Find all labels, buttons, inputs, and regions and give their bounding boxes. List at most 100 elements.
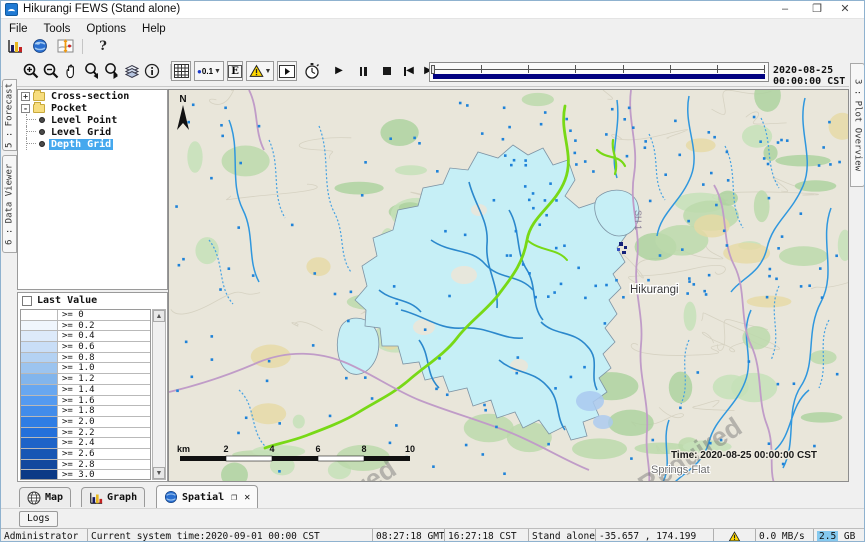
logs-row: Logs xyxy=(1,508,864,528)
label-icon: E xyxy=(228,65,242,78)
info-button[interactable] xyxy=(142,61,162,81)
map-time-label: Time: 2020-08-25 00:00:00 CST xyxy=(671,450,817,461)
legend-row-label: >= 0.8 xyxy=(58,353,95,363)
scroll-down-icon[interactable]: ▼ xyxy=(153,467,165,479)
last-value-checkbox[interactable] xyxy=(22,296,32,306)
legend-row: >= 2.4 xyxy=(21,438,150,449)
stop-button[interactable] xyxy=(377,61,397,81)
status-warning[interactable] xyxy=(714,529,756,542)
tree-item-label: Level Point xyxy=(49,115,119,126)
node-bullet-icon xyxy=(39,129,45,135)
legend-color-swatch xyxy=(21,449,58,459)
legend-color-swatch xyxy=(21,310,58,320)
pause-button[interactable] xyxy=(353,61,373,81)
globe-icon xyxy=(164,490,178,504)
zoom-in-icon xyxy=(22,62,40,80)
wireframe-globe-icon xyxy=(27,491,41,505)
stopwatch-icon xyxy=(303,62,321,80)
scroll-up-icon[interactable]: ▲ xyxy=(153,310,165,322)
menu-tools[interactable]: Tools xyxy=(36,22,79,36)
zoom-next-button[interactable] xyxy=(102,61,122,81)
legend-row: >= 2.6 xyxy=(21,449,150,460)
zoom-next-icon xyxy=(103,62,121,80)
tree-connector xyxy=(26,138,39,150)
svg-text:N: N xyxy=(179,94,186,105)
tree-item-depth-grid[interactable]: Depth Grid xyxy=(18,138,167,150)
play-button[interactable]: ▶ xyxy=(329,61,349,81)
layers-button[interactable] xyxy=(122,61,142,81)
memory-value: 2.5 xyxy=(817,531,838,542)
legend-scrollbar[interactable]: ▲ ▼ xyxy=(152,309,166,480)
layers-tree-panel: +Cross-section-PocketLevel PointLevel Gr… xyxy=(17,89,168,290)
svg-text:km: km xyxy=(177,444,190,454)
time-tick xyxy=(717,65,718,73)
tree-item-level-point[interactable]: Level Point xyxy=(18,114,167,126)
app-logo-icon xyxy=(5,3,18,16)
status-network-speed: 0.0 MB/s xyxy=(756,529,814,542)
legend-row: >= 2.8 xyxy=(21,460,150,471)
grid-display-button[interactable] xyxy=(171,61,191,81)
tab-plot-overview[interactable]: 3 : Plot Overview xyxy=(850,63,865,187)
map-display-button[interactable] xyxy=(29,37,51,55)
menu-options[interactable]: Options xyxy=(78,22,134,36)
chevron-down-icon: ▼ xyxy=(214,68,221,75)
hand-icon xyxy=(62,62,80,80)
status-user: Administrator xyxy=(1,529,88,542)
time-tick xyxy=(481,65,482,73)
legend-color-swatch xyxy=(21,460,58,470)
last-value-row: Last Value xyxy=(18,293,167,308)
legend-row-label: >= 2.0 xyxy=(58,417,95,427)
map-canvas[interactable]: API Key Required API Key Required SH 1 H… xyxy=(169,90,849,482)
minimize-button[interactable]: – xyxy=(768,1,802,19)
help-button[interactable]: ? xyxy=(92,37,114,55)
tree-connector xyxy=(26,114,39,126)
zoom-out-button[interactable] xyxy=(41,61,61,81)
zoom-previous-button[interactable] xyxy=(82,61,102,81)
svg-text:10: 10 xyxy=(405,444,415,454)
tree-item-cross-section[interactable]: +Cross-section xyxy=(18,90,167,102)
animation-dialog-button[interactable] xyxy=(277,61,297,81)
tab-map[interactable]: Map xyxy=(19,487,71,507)
animation-timer-button[interactable] xyxy=(302,61,322,81)
legend-row-label: >= 3.0 xyxy=(58,470,95,480)
legend-table: >= 0>= 0.2>= 0.4>= 0.6>= 0.8>= 1.0>= 1.2… xyxy=(20,309,151,480)
memory-unit: GB xyxy=(844,531,855,542)
time-tick xyxy=(764,65,765,73)
legend-row: >= 0 xyxy=(21,310,150,321)
tab-data-viewer[interactable]: 6 : Data Viewer xyxy=(2,155,17,253)
legend-row-label: >= 2.6 xyxy=(58,449,95,459)
zoom-in-button[interactable] xyxy=(21,61,41,81)
legend-row-label: >= 0.4 xyxy=(58,331,95,341)
tree-item-level-grid[interactable]: Level Grid xyxy=(18,126,167,138)
close-button[interactable]: ✕ xyxy=(828,1,862,19)
tree-expander-icon[interactable]: - xyxy=(21,104,30,113)
legend-row: >= 2.2 xyxy=(21,428,150,439)
town-label: Hikurangi xyxy=(630,284,679,296)
tab-close-icon[interactable]: ✕ xyxy=(244,492,250,503)
map-panel[interactable]: API Key Required API Key Required SH 1 H… xyxy=(168,89,849,482)
time-slider[interactable] xyxy=(429,62,769,82)
node-bullet-icon xyxy=(39,117,45,123)
tab-forecast[interactable]: 5 : Forecast xyxy=(2,79,17,151)
question-mark-icon: ? xyxy=(99,39,107,54)
menu-file[interactable]: File xyxy=(1,22,36,36)
menu-help[interactable]: Help xyxy=(134,22,174,36)
thresholds-dropdown[interactable]: ▼ xyxy=(246,61,274,81)
tree-expander-icon[interactable]: + xyxy=(21,92,30,101)
warning-icon xyxy=(249,64,264,78)
tab-spatial[interactable]: Spatial ❐ ✕ xyxy=(156,485,258,508)
legend-row: >= 1.8 xyxy=(21,406,150,417)
statistics-chart-button[interactable] xyxy=(4,37,26,55)
tree-item-pocket[interactable]: -Pocket xyxy=(18,102,167,114)
pan-button[interactable] xyxy=(61,61,81,81)
folder-icon xyxy=(33,104,45,113)
tab-maximize-icon[interactable]: ❐ xyxy=(231,492,237,503)
logs-button[interactable]: Logs xyxy=(19,511,58,527)
decimal-precision-dropdown[interactable]: ● 0.1 ▼ xyxy=(194,61,224,81)
legend-row-label: >= 2.2 xyxy=(58,428,95,438)
time-slider-handle[interactable] xyxy=(431,65,435,74)
first-step-button[interactable]: ◀ xyxy=(399,61,419,81)
tab-graph[interactable]: Graph xyxy=(81,487,145,507)
labels-toggle-button[interactable]: E xyxy=(227,61,243,81)
longitudinal-profile-button[interactable] xyxy=(54,37,76,55)
